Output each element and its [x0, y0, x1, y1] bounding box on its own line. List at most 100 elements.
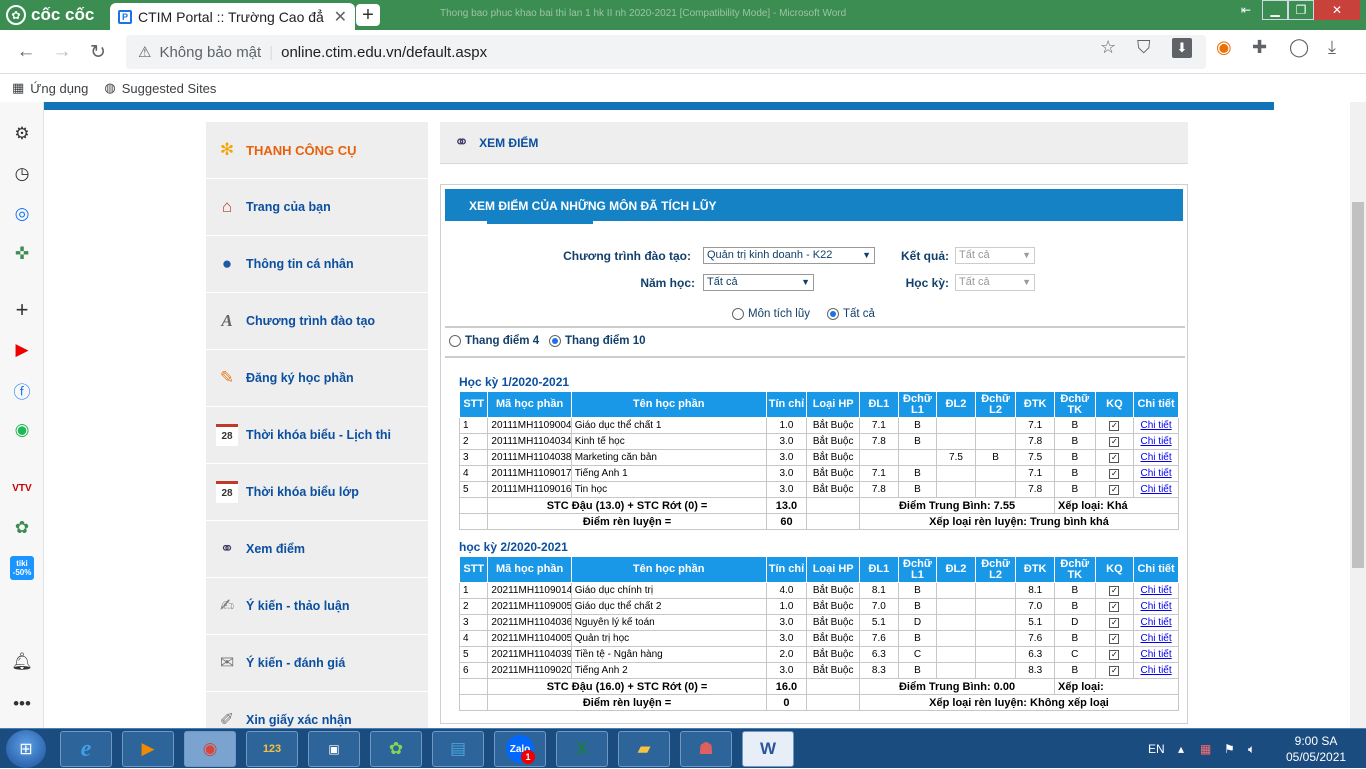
tray-expand-icon[interactable]: ▴ — [1178, 729, 1184, 769]
download-page-icon[interactable]: ⬇ — [1172, 38, 1192, 58]
forward-arrow-icon[interactable]: → — [50, 40, 74, 64]
url-text[interactable]: online.ctim.edu.vn/default.aspx — [281, 44, 487, 61]
profile-icon[interactable]: ◯ — [1289, 37, 1309, 58]
table-row: 1 20111MH1109004 Giáo dục thể chất 1 1.0 Bắt… — [458, 417, 1179, 434]
detail-link[interactable]: Chi tiết — [1141, 420, 1172, 431]
detail-link[interactable]: Chi tiết — [1141, 585, 1172, 596]
bookmark-apps[interactable]: ▦ Ứng dụng — [12, 80, 88, 96]
history-icon[interactable]: ◷ — [10, 162, 34, 186]
language-indicator[interactable]: EN — [1148, 729, 1165, 769]
radio-scale-10[interactable]: Thang điểm 10 — [549, 335, 646, 347]
table-cell: 3.0 — [765, 614, 808, 631]
bookmark-suggested-sites[interactable]: ◍ Suggested Sites — [104, 80, 216, 96]
page-scrollbar[interactable] — [1350, 102, 1366, 728]
radio-accumulated[interactable]: Môn tích lũy — [732, 308, 810, 320]
bookmarks-bar: ▦ Ứng dụng ◍ Suggested Sites — [0, 74, 1366, 102]
messenger-icon[interactable]: ◎ — [10, 202, 34, 226]
menu-item-y-kien-thao-luan[interactable]: ✍ Ý kiến - thảo luận — [206, 578, 428, 635]
people-app-icon[interactable]: ☗ — [680, 731, 732, 767]
book-app-icon[interactable]: ▤ — [432, 731, 484, 767]
scrollbar-thumb[interactable] — [1352, 202, 1364, 568]
table-cell: B — [1053, 417, 1096, 434]
menu-item-xin-giay-xac-nhan[interactable]: ✐ Xin giấy xác nhận — [206, 692, 428, 728]
menu-item-y-kien-danh-gia[interactable]: ✉ Ý kiến - đánh giá — [206, 635, 428, 692]
detail-link[interactable]: Chi tiết — [1141, 484, 1172, 495]
start-button[interactable]: ⊞ — [6, 730, 46, 768]
detail-link[interactable]: Chi tiết — [1141, 665, 1172, 676]
downloads-icon[interactable]: ⤓ — [1328, 37, 1336, 58]
coccoc-map-icon[interactable]: ✿ — [10, 516, 34, 540]
menu-item-trang-cua-ban[interactable]: ⌂ Trang của bạn — [206, 179, 428, 236]
detail-link[interactable]: Chi tiết — [1141, 633, 1172, 644]
menu-item-thoi-khoa-bieu-lop[interactable]: 28 Thời khóa biểu lớp — [206, 464, 428, 521]
spotify-icon[interactable]: ◉ — [10, 418, 34, 442]
table-cell: C — [897, 646, 938, 663]
coccoc-extension-icon[interactable]: ◉ — [1216, 37, 1232, 58]
chrome-icon[interactable]: ◉ — [184, 731, 236, 767]
coccoc-taskbar-icon[interactable]: ✿ — [370, 731, 422, 767]
chevron-down-icon: ▼ — [1022, 250, 1031, 260]
notification-bell-icon[interactable]: 🔔︎ — [10, 650, 34, 674]
new-tab-button[interactable]: + — [356, 4, 380, 26]
detail-link[interactable]: Chi tiết — [1141, 468, 1172, 479]
settings-gear-icon[interactable]: ⚙ — [10, 122, 34, 146]
ie-icon[interactable]: e — [60, 731, 112, 767]
network-icon[interactable]: ▦ — [1200, 729, 1211, 769]
program-select[interactable]: Quản trị kinh doanh - K22 ▼ — [703, 247, 875, 264]
detail-link[interactable]: Chi tiết — [1141, 617, 1172, 628]
detail-link[interactable]: Chi tiết — [1141, 649, 1172, 660]
table-cell: Bắt Buộc — [806, 449, 861, 466]
detail-link[interactable]: Chi tiết — [1141, 452, 1172, 463]
reload-icon[interactable]: ↻ — [86, 40, 110, 64]
result-select[interactable]: Tất cả ▼ — [955, 247, 1035, 264]
menu-item-dang-ky-hoc-phan[interactable]: ✎ Đăng ký học phần — [206, 350, 428, 407]
radio-scale-4[interactable]: Thang điểm 4 — [449, 335, 539, 347]
semester-title: Học kỳ 1/2020-2021 — [459, 375, 570, 389]
radio-all[interactable]: Tất cả — [827, 308, 875, 320]
bookmark-star-icon[interactable]: ☆ — [1100, 37, 1116, 58]
calculator-app-icon[interactable]: 123 — [246, 731, 298, 767]
table-cell: 7.6 — [1015, 630, 1055, 647]
zalo-icon[interactable]: Zalo 1 — [494, 731, 546, 767]
passed-checkbox: ✓ — [1109, 586, 1120, 596]
back-window-icon[interactable]: ⇤ — [1232, 0, 1260, 20]
shield-icon[interactable]: ⛉ — [1137, 37, 1151, 58]
minimize-button[interactable]: ▁ — [1262, 0, 1288, 20]
table-cell: Bắt Buộc — [806, 614, 861, 631]
tiki-icon[interactable]: tiki -50% — [10, 556, 34, 580]
facebook-icon[interactable]: ⓕ — [10, 378, 34, 402]
flag-icon[interactable]: ⚑ — [1224, 729, 1235, 769]
volume-icon[interactable]: 🔈︎ — [1248, 729, 1255, 769]
coccoc-brand[interactable]: ✿ cốc cốc — [6, 4, 94, 26]
menu-item-thong-tin-ca-nhan[interactable]: ● Thông tin cá nhân — [206, 236, 428, 293]
menu-item-thoi-khoa-bieu-lich-thi[interactable]: 28 Thời khóa biểu - Lịch thi — [206, 407, 428, 464]
menu-item-chuong-trinh-dao-tao[interactable]: A Chương trình đào tạo — [206, 293, 428, 350]
add-sidebar-icon[interactable]: + — [10, 297, 34, 322]
close-window-button[interactable]: ✕ — [1314, 0, 1360, 20]
close-tab-icon[interactable]: ✕ — [334, 7, 347, 27]
file-explorer-icon[interactable]: ▰ — [618, 731, 670, 767]
vtv-go-icon[interactable]: VTV — [10, 476, 34, 500]
table-cell — [936, 481, 976, 498]
detail-link[interactable]: Chi tiết — [1141, 601, 1172, 612]
detail-link[interactable]: Chi tiết — [1141, 436, 1172, 447]
extensions-puzzle-icon[interactable]: ✚ — [1252, 37, 1267, 58]
excel-icon[interactable]: X — [556, 731, 608, 767]
youtube-icon[interactable]: ▶ — [10, 338, 34, 362]
word-icon[interactable]: W — [742, 731, 794, 767]
menu-item-xem-diem[interactable]: ⚭ Xem điểm — [206, 521, 428, 578]
year-select[interactable]: Tất cả ▼ — [703, 274, 814, 291]
conduct-label: Điểm rèn luyện = — [487, 513, 767, 530]
column-header: Đchữ TK — [1053, 391, 1096, 418]
maximize-button[interactable]: ❐ — [1288, 0, 1314, 20]
media-player-icon[interactable]: ▶ — [122, 731, 174, 767]
semester-select[interactable]: Tất cả ▼ — [955, 274, 1035, 291]
clock[interactable]: 9:00 SA 05/05/2021 — [1286, 733, 1346, 765]
tab-ctim-portal[interactable]: P CTIM Portal :: Trường Cao đẳ ✕ — [110, 3, 355, 30]
game-controller-icon[interactable]: ✜ — [10, 242, 34, 266]
photo-app-icon[interactable]: ▣ — [308, 731, 360, 767]
table-cell: 7.0 — [1015, 598, 1055, 615]
more-options-icon[interactable]: ••• — [10, 692, 34, 716]
address-bar[interactable]: ⚠ Không bảo mật | online.ctim.edu.vn/def… — [126, 35, 1206, 69]
back-arrow-icon[interactable]: ← — [14, 40, 38, 64]
